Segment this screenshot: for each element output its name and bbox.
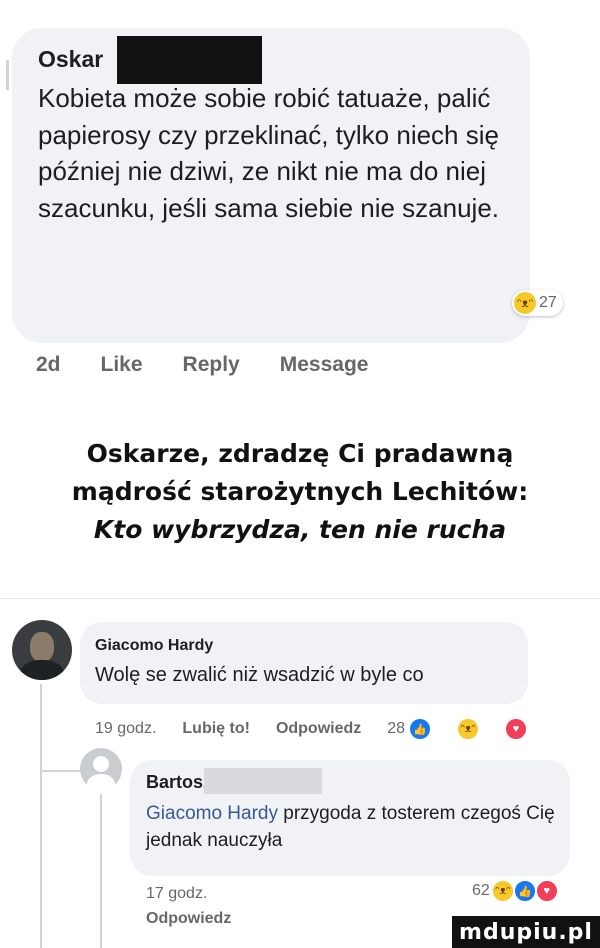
comment-author[interactable]: Bartosz xyxy=(146,772,212,793)
reaction-summary[interactable]: ᵔᴥᵔ 27 xyxy=(512,290,563,316)
like-icon: 👍 xyxy=(409,718,432,740)
reply-button[interactable]: Odpowiedz xyxy=(146,910,231,928)
like-button[interactable]: Like xyxy=(101,353,143,377)
message-button[interactable]: Message xyxy=(280,353,369,377)
comment-author[interactable]: Oskar xyxy=(38,46,103,73)
section-divider xyxy=(0,598,600,599)
love-icon: ♥ xyxy=(505,718,528,740)
redaction-bar xyxy=(117,36,262,84)
comment-actions: 19 godz. Lubię to! Odpowiedz 28 👍 ᵔᴥᵔ ♥ xyxy=(95,718,553,740)
haha-emoji-icon: ᵔᴥᵔ xyxy=(514,292,536,314)
reply-button[interactable]: Reply xyxy=(183,353,240,377)
avatar[interactable] xyxy=(12,620,72,680)
meme-line-1: Oskarze, zdradzę Ci pradawną xyxy=(86,439,514,468)
like-icon: 👍 xyxy=(513,880,536,902)
meme-line-3: Kto wybrzydza, ten nie rucha xyxy=(93,515,507,544)
reaction-count[interactable]: 28 xyxy=(387,720,405,738)
avatar[interactable] xyxy=(80,748,122,790)
haha-icon: ᵔᴥᵔ xyxy=(457,718,480,740)
meme-line-2: mądrość starożytnych Lechitów: xyxy=(71,477,529,506)
thread-connector xyxy=(40,770,80,772)
redaction-bar xyxy=(204,768,322,794)
reaction-count: 27 xyxy=(539,294,557,311)
comment-text: Wolę se zwalić niż wsadzić w byle co xyxy=(95,664,424,686)
thread-line xyxy=(40,684,42,948)
meme-caption: Oskarze, zdradzę Ci pradawną mądrość sta… xyxy=(0,435,600,549)
haha-icon: ᵔᴥᵔ xyxy=(491,880,514,902)
comment-time: 19 godz. xyxy=(95,720,157,737)
comment-bubble xyxy=(80,622,528,704)
comment-time: 2d xyxy=(36,353,61,376)
thread-line xyxy=(100,794,102,948)
comment-actions: 2d Like Reply Message xyxy=(36,353,368,377)
comment-time: 17 godz. xyxy=(146,885,208,902)
watermark-logo: mdupiu.pl xyxy=(452,916,600,948)
like-button[interactable]: Lubię to! xyxy=(182,720,250,738)
mention-link[interactable]: Giacomo Hardy xyxy=(146,803,278,824)
reaction-summary[interactable]: 62 ᵔᴥᵔ 👍 ♥ xyxy=(472,880,558,902)
reply-button[interactable]: Odpowiedz xyxy=(276,720,361,738)
thread-line xyxy=(6,60,9,90)
reaction-count: 62 xyxy=(472,882,490,899)
reaction-icons[interactable]: 👍 ᵔᴥᵔ ♥ xyxy=(409,718,553,740)
comment-text: Giacomo Hardy przygoda z tosterem czegoś… xyxy=(146,800,566,854)
comment-text: Kobieta może sobie robić tatuaże, palić … xyxy=(38,83,500,223)
comment-author[interactable]: Giacomo Hardy xyxy=(95,637,213,655)
love-icon: ♥ xyxy=(535,880,558,902)
